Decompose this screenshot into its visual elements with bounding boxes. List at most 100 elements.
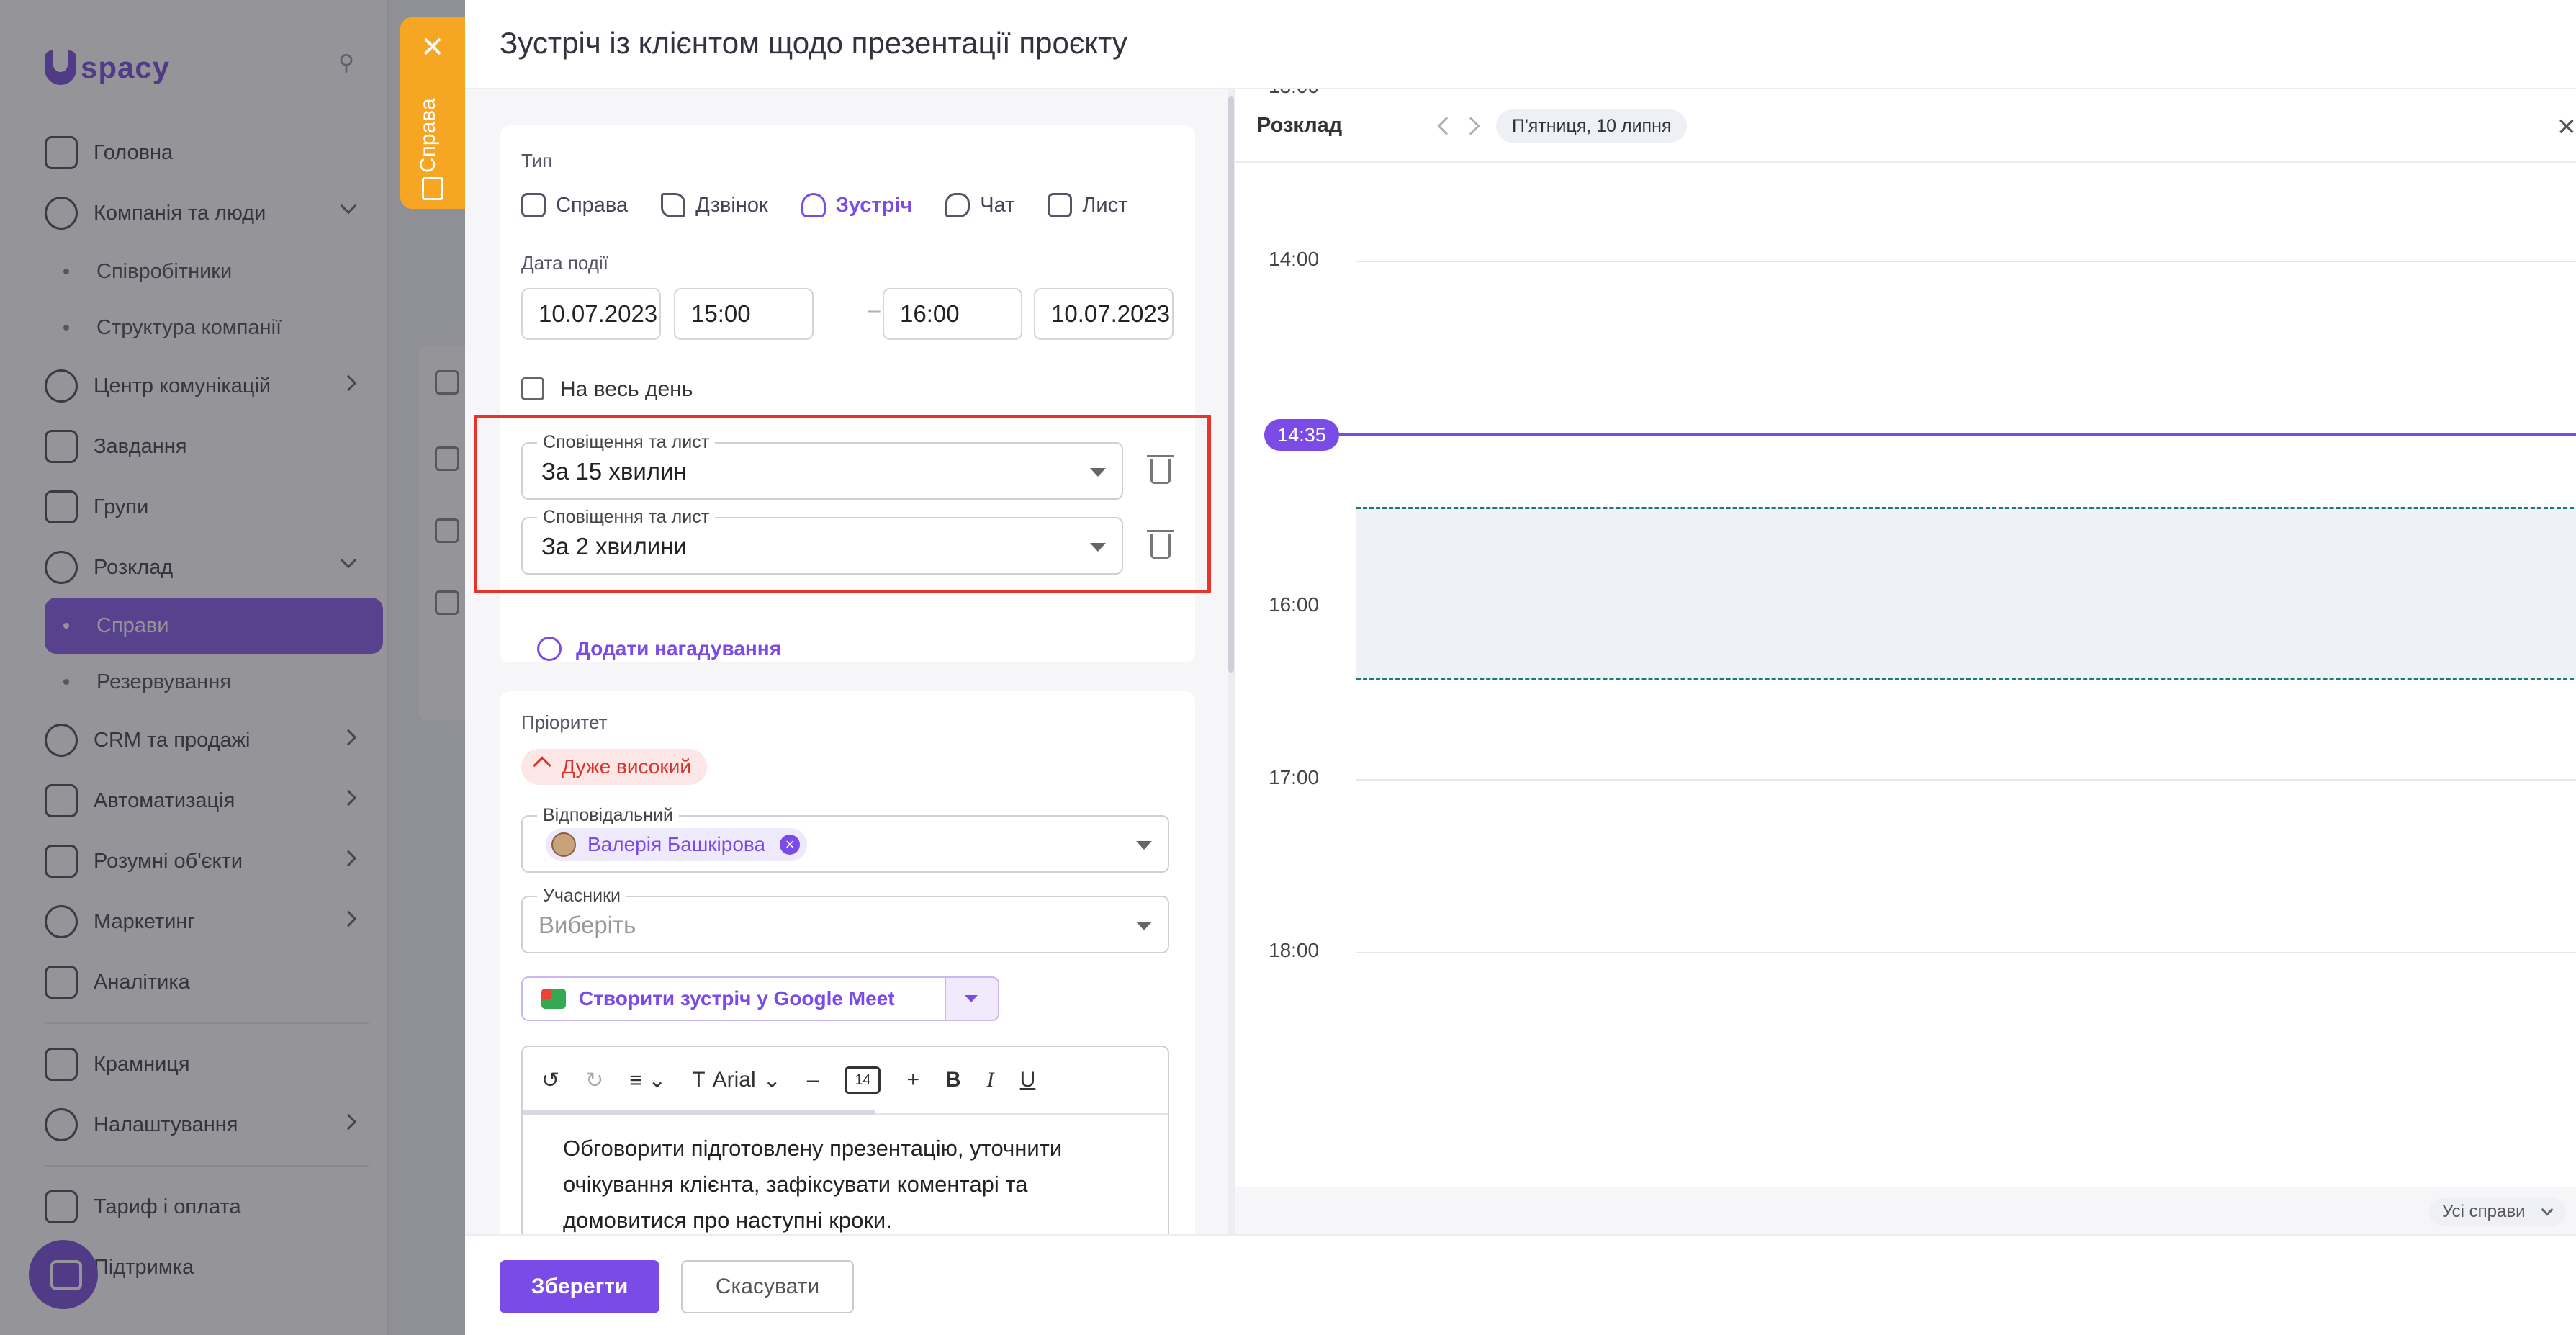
document-icon [422,177,443,200]
hour-row: 14:00 [1235,248,2576,270]
type-option[interactable]: Лист [1048,193,1127,217]
type-option-label: Зустріч [835,193,913,217]
form-scrollbar-thumb[interactable] [1228,96,1234,673]
google-meet-dropdown-button[interactable] [945,976,999,1021]
type-option[interactable]: Справа [521,193,628,217]
all-day-label: На весь день [560,377,693,401]
next-day-icon[interactable] [1462,117,1480,135]
responsible-chip: Валерія Башкірова × [546,828,808,861]
panel-footer: Зберегти Скасувати [465,1234,2576,1335]
schedule-header: Розклад П'ятниця, 10 липня × [1235,89,2576,163]
hour-gridline [1356,261,2576,262]
font-size-decrease-icon[interactable]: – [807,1068,819,1092]
priority-label: Пріоритет [521,711,608,733]
type-option[interactable]: Зустріч [801,193,913,217]
google-meet-button[interactable]: Створити зустріч у Google Meet [521,976,969,1021]
dropdown-caret-icon [1136,922,1152,930]
current-time-line [1264,433,2576,436]
alarm-add-icon [537,637,562,661]
event-time-block[interactable] [1356,507,2576,680]
google-meet-icon [541,989,566,1009]
italic-icon[interactable]: I [987,1068,994,1092]
font-select[interactable]: T Arial ⌄ [692,1068,780,1093]
editor-toolbar: ↺ ↻ ≡ ⌄ T Arial ⌄ – 14 + B I U [523,1047,1168,1115]
bold-icon[interactable]: B [945,1068,961,1092]
priority-value: Дуже високий [562,755,691,778]
underline-icon[interactable]: U [1020,1068,1036,1092]
text-format-icon: T [692,1068,706,1092]
type-option-label: Дзвінок [695,193,768,217]
all-events-button[interactable]: Усі справи [2429,1198,2566,1226]
range-dash: – [868,298,881,322]
add-reminder-button[interactable]: Додати нагадування [537,637,781,661]
end-time-input[interactable]: 16:00 [883,288,1022,340]
description-text[interactable]: Обговорити підготовлену презентацію, уто… [563,1131,1139,1234]
prev-day-icon[interactable] [1437,117,1456,135]
responsible-label: Відповідальний [537,805,679,826]
people-icon [801,193,826,217]
close-icon[interactable]: ✕ [420,33,445,62]
undo-icon[interactable]: ↺ [541,1068,559,1093]
side-tab-label: Справа [416,98,440,173]
type-option-label: Справа [556,193,629,217]
font-size-value[interactable]: 14 [845,1066,881,1094]
font-size-increase-icon[interactable]: + [906,1068,919,1092]
add-reminder-label: Додати нагадування [576,637,782,660]
event-extra-card: Пріоритет Дуже високий Відповідальний Ва… [500,691,1195,1234]
all-events-label: Усі справи [2442,1202,2526,1221]
font-name: Arial [712,1068,756,1092]
chevrons-up-icon [533,756,551,775]
form-area: Тип Справа Дзвінок Зустріч Чат Лист Дата под… [465,89,1228,1234]
hour-gridline [1356,779,2576,781]
schedule-title: Розклад [1257,114,1343,137]
schedule-date[interactable]: П'ятниця, 10 липня [1496,109,1688,143]
type-option[interactable]: Чат [945,193,1014,217]
dropdown-caret-icon [965,995,978,1002]
redo-icon[interactable]: ↻ [585,1068,603,1093]
schedule-panel: Розклад П'ятниця, 10 липня × 13:00 14:00 1… [1234,89,2576,1234]
priority-badge[interactable]: Дуже високий [521,749,707,785]
panel-title: Зустріч із клієнтом щодо презентації про… [500,26,1127,60]
dropdown-caret-icon [1136,841,1152,850]
type-option-label: Чат [980,193,1015,217]
description-editor[interactable]: ↺ ↻ ≡ ⌄ T Arial ⌄ – 14 + B I U Обговорит… [521,1046,1169,1234]
avatar [551,832,576,857]
type-selector: Справа Дзвінок Зустріч Чат Лист [521,193,1127,217]
hour-label: 13:00 [1269,89,1319,98]
panel-header: Зустріч із клієнтом щодо презентації про… [465,0,2576,89]
responsible-name: Валерія Башкірова [587,833,766,855]
responsible-field[interactable]: Відповідальний Валерія Башкірова × [521,805,1169,873]
google-meet-label: Створити зустріч у Google Meet [579,987,895,1010]
hour-label: 14:00 [1269,248,1320,270]
end-date-input[interactable]: 10.07.2023 [1034,288,1174,340]
mail-icon [1048,193,1073,217]
type-option-label: Лист [1082,193,1128,217]
type-label: Тип [521,150,553,171]
start-date-input[interactable]: 10.07.2023 [521,288,661,340]
hour-label: 16:00 [1269,593,1320,616]
hour-row: 18:00 [1235,939,2576,961]
type-option[interactable]: Дзвінок [661,193,768,217]
cancel-button[interactable]: Скасувати [681,1260,854,1313]
all-day-checkbox[interactable] [521,377,544,400]
side-tab[interactable]: ✕ Справа [400,17,465,209]
close-schedule-icon[interactable]: × [2557,111,2576,143]
participants-label: Учасники [537,886,626,907]
start-time-input[interactable]: 15:00 [674,288,814,340]
align-icon[interactable]: ≡ ⌄ [629,1068,666,1093]
hour-label: 17:00 [1269,766,1320,788]
phone-icon [661,193,686,217]
hour-gridline [1356,952,2576,953]
date-label: Дата події [521,252,608,274]
toolbar-scrollbar[interactable] [523,1110,875,1115]
hour-row: 17:00 [1235,766,2576,788]
calendar-check-icon [521,193,546,217]
save-button[interactable]: Зберегти [500,1260,659,1313]
event-panel: Зустріч із клієнтом щодо презентації про… [465,0,2576,1335]
participants-field[interactable]: Учасники Виберіть [521,886,1169,953]
chevron-down-icon [2541,1203,2553,1216]
schedule-bottom-bar [1235,1187,2576,1234]
remove-chip-icon[interactable]: × [780,835,801,855]
notifications-highlight-frame [474,415,1211,593]
chat-icon [945,193,970,217]
